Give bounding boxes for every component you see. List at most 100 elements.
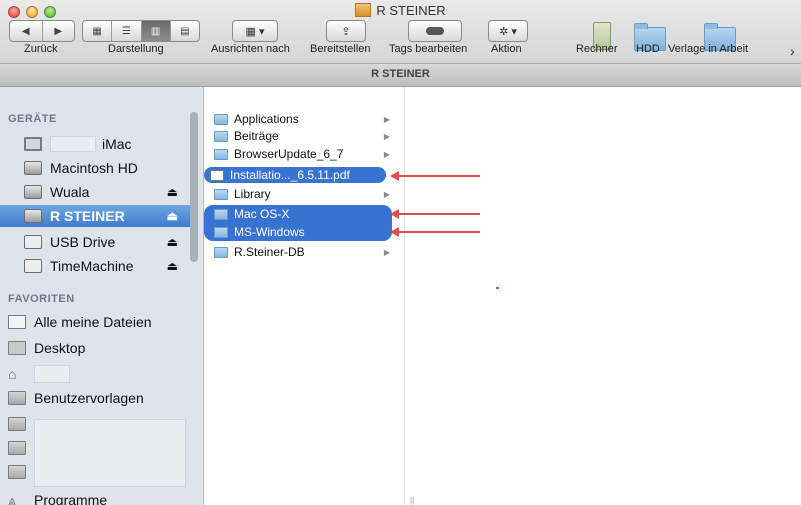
- shortcut-verlage-label[interactable]: Verlage in Arbeit: [668, 43, 748, 55]
- sidebar-item-label: Programme: [34, 492, 108, 505]
- sidebar-item-all-files[interactable]: Alle meine Dateien: [0, 311, 176, 333]
- folder-icon: [214, 226, 228, 238]
- sidebar-item-timemachine[interactable]: TimeMachine ⏏: [0, 255, 192, 277]
- sidebar-item-label: Macintosh HD: [50, 160, 138, 176]
- file-row[interactable]: Library ▶: [208, 186, 394, 202]
- file-row-selected[interactable]: Mac OS-X: [208, 206, 394, 222]
- disk-icon: [24, 185, 42, 199]
- sidebar-item-label: iMac: [102, 136, 132, 152]
- all-files-icon: [8, 315, 26, 329]
- folder-icon: [8, 465, 26, 479]
- shortcut-hdd-label[interactable]: HDD: [636, 43, 660, 55]
- disk-icon: [24, 235, 42, 249]
- eject-icon[interactable]: ⏏: [167, 209, 178, 223]
- devices-header: GERÄTE: [8, 113, 57, 125]
- eject-icon[interactable]: ⏏: [167, 185, 178, 199]
- disk-icon: [24, 209, 42, 223]
- sidebar-item-wuala[interactable]: Wuala ⏏: [0, 181, 192, 203]
- file-name: Mac OS-X: [234, 207, 290, 221]
- sidebar: GERÄTE iMac Macintosh HD Wuala ⏏ R STEIN…: [0, 87, 204, 505]
- sidebar-item-label: Wuala: [50, 184, 90, 200]
- home-icon: ⌂: [8, 366, 17, 382]
- gear-icon: ✲ ▾: [499, 25, 517, 38]
- sidebar-item-imac[interactable]: iMac: [0, 133, 192, 155]
- column-view-icon[interactable]: ▥: [141, 21, 171, 41]
- file-row-selected[interactable]: Installatio..._6.5.11.pdf: [204, 167, 386, 183]
- coverflow-view-icon[interactable]: ▤: [171, 21, 199, 41]
- folder-icon: [8, 417, 26, 431]
- list-view-icon[interactable]: ☰: [112, 21, 142, 41]
- back-label: Zurück: [24, 43, 58, 55]
- shortcut-rechner-label[interactable]: Rechner: [576, 43, 618, 55]
- pdf-file-icon: [210, 169, 224, 181]
- path-bar: R STEINER: [0, 63, 801, 86]
- disk-icon: [24, 161, 42, 175]
- back-forward-control[interactable]: ◀ ▶: [9, 20, 75, 42]
- action-button[interactable]: ✲ ▾: [488, 20, 528, 42]
- disclosure-arrow-icon: ▶: [383, 131, 390, 141]
- sidebar-item-programme[interactable]: ⩓ Programme: [0, 489, 176, 505]
- toolbar-overflow-icon[interactable]: ›: [790, 43, 795, 59]
- annotation-arrow-line: [398, 175, 480, 177]
- desktop-icon: [8, 341, 26, 355]
- sidebar-item-desktop[interactable]: Desktop: [0, 337, 176, 359]
- sidebar-item-macintosh-hd[interactable]: Macintosh HD: [0, 157, 192, 179]
- annotation-arrow-line: [398, 231, 480, 233]
- share-icon: ⇪: [341, 25, 351, 38]
- sidebar-item-label: USB Drive: [50, 234, 116, 250]
- folder-icon: [214, 130, 228, 142]
- arrange-label: Ausrichten nach: [211, 43, 290, 55]
- sidebar-scrollbar[interactable]: [190, 112, 198, 262]
- sidebar-item-label: Benutzervorlagen: [34, 390, 144, 406]
- view-label: Darstellung: [108, 43, 164, 55]
- file-row[interactable]: Beiträge ▶: [208, 128, 394, 144]
- folder-icon: [214, 188, 228, 200]
- icon-view-icon[interactable]: ▦: [83, 21, 113, 41]
- file-name: Applications: [234, 112, 299, 126]
- sidebar-item-label: R STEINER: [50, 208, 125, 224]
- disclosure-arrow-icon: ▶: [383, 149, 390, 159]
- sidebar-item-r-steiner[interactable]: R STEINER ⏏: [0, 205, 192, 227]
- redacted-block: [34, 419, 186, 487]
- disclosure-arrow-icon: ▶: [383, 114, 390, 124]
- disclosure-arrow-icon: ▶: [383, 247, 390, 257]
- file-name: R.Steiner-DB: [234, 245, 305, 259]
- folder-icon: [8, 441, 26, 455]
- share-label: Bereitstellen: [310, 43, 371, 55]
- volume-icon: [355, 3, 372, 17]
- eject-icon[interactable]: ⏏: [167, 259, 178, 273]
- forward-arrow-icon[interactable]: ▶: [43, 21, 75, 41]
- file-row-selected[interactable]: MS-Windows: [208, 224, 394, 240]
- arrange-button[interactable]: ▦ ▾: [232, 20, 278, 42]
- annotation-arrow-icon: [390, 209, 399, 219]
- sidebar-item-label: TimeMachine: [50, 258, 134, 274]
- file-row[interactable]: R.Steiner-DB ▶: [208, 244, 394, 260]
- file-row[interactable]: Applications ▶: [208, 111, 394, 127]
- favorites-header: FAVORITEN: [8, 293, 75, 305]
- sidebar-item-usb-drive[interactable]: USB Drive ⏏: [0, 231, 192, 253]
- sidebar-item-label: Desktop: [34, 340, 86, 356]
- folder-icon: [214, 113, 228, 125]
- file-row[interactable]: BrowserUpdate_6_7 ▶: [208, 146, 394, 162]
- action-label: Aktion: [491, 43, 522, 55]
- eject-icon[interactable]: ⏏: [167, 235, 178, 249]
- tags-button[interactable]: [408, 20, 462, 42]
- tag-icon: [426, 27, 444, 35]
- annotation-dot: [496, 287, 499, 289]
- column-resize-handle[interactable]: ||: [410, 496, 414, 505]
- redacted-name: [34, 365, 70, 383]
- view-mode-control[interactable]: ▦ ☰ ▥ ▤: [82, 20, 200, 42]
- file-name: Library: [234, 187, 271, 201]
- share-button[interactable]: ⇪: [326, 20, 366, 42]
- sidebar-item-benutzervorlagen[interactable]: Benutzervorlagen: [0, 387, 176, 409]
- arrange-icon: ▦ ▾: [245, 25, 265, 38]
- sidebar-item-home[interactable]: ⌂: [0, 363, 176, 385]
- folder-icon: [214, 246, 228, 258]
- annotation-arrow-icon: [390, 171, 399, 181]
- applications-icon: ⩓: [8, 491, 16, 505]
- annotation-arrow-icon: [390, 227, 399, 237]
- window-title: R STEINER: [0, 3, 801, 18]
- file-name: Installatio..._6.5.11.pdf: [230, 168, 350, 182]
- path-title: R STEINER: [371, 68, 430, 80]
- back-arrow-icon[interactable]: ◀: [10, 21, 43, 41]
